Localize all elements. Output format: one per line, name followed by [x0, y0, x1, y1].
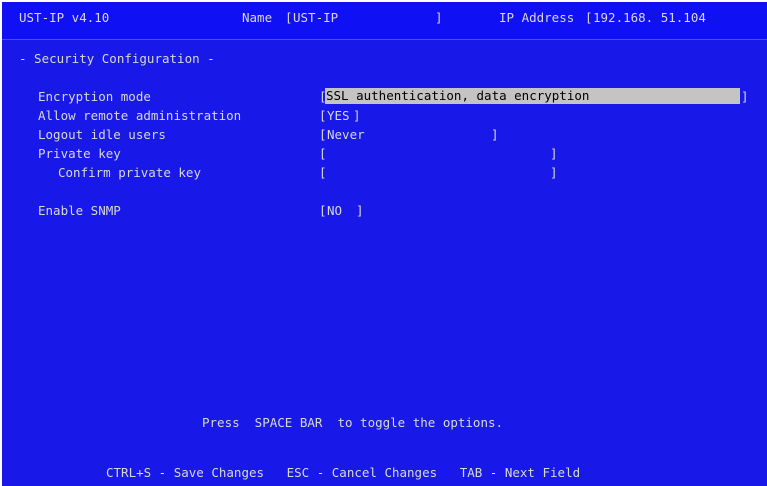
encryption-mode-value: SSL authentication, data encryption — [325, 88, 740, 104]
logout-idle-users-field[interactable]: [ Never ] — [319, 125, 509, 144]
name-field-value: UST-IP — [293, 10, 339, 25]
enable-snmp-value: NO — [327, 203, 343, 218]
logout-idle-close-bracket: ] — [491, 127, 499, 142]
ip-field-open-bracket: [ — [585, 10, 593, 25]
allow-remote-admin-field[interactable]: [ YES ] — [319, 106, 379, 125]
logout-idle-users-label: Logout idle users — [38, 127, 166, 142]
confirm-private-key-label: Confirm private key — [58, 165, 201, 180]
name-field-open-bracket: [ — [285, 10, 293, 25]
header-bar: UST-IP v4.10 Name [ UST-IP ] IP Address … — [2, 2, 767, 40]
ip-address-label: IP Address — [499, 10, 575, 25]
allow-remote-close-bracket: ] — [353, 108, 361, 123]
private-key-label: Private key — [38, 146, 121, 161]
enable-snmp-label: Enable SNMP — [38, 203, 121, 218]
confirm-key-open-bracket: [ — [319, 165, 327, 180]
logout-idle-open-bracket: [ — [319, 127, 327, 142]
private-key-field[interactable]: [ ] — [319, 144, 569, 163]
enable-snmp-close-bracket: ] — [356, 203, 364, 218]
allow-remote-open-bracket: [ — [319, 108, 327, 123]
terminal-screen: UST-IP v4.10 Name [ UST-IP ] IP Address … — [2, 2, 767, 486]
encryption-mode-field[interactable]: [ SSL authentication, data encryption ] — [319, 87, 759, 106]
name-field-close-bracket: ] — [435, 10, 443, 25]
footer-key-help: CTRL+S - Save Changes ESC - Cancel Chang… — [106, 465, 581, 480]
enable-snmp-field[interactable]: [ NO ] — [319, 201, 379, 220]
enable-snmp-open-bracket: [ — [319, 203, 327, 218]
confirm-private-key-field[interactable]: [ ] — [319, 163, 569, 182]
ip-address-value: 192.168. 51.104 — [593, 10, 706, 25]
logout-idle-users-value: Never — [327, 127, 365, 142]
allow-remote-admin-value: YES — [327, 108, 350, 123]
encryption-mode-label: Encryption mode — [38, 89, 151, 104]
encryption-close-bracket: ] — [741, 89, 749, 104]
private-key-close-bracket: ] — [550, 146, 558, 161]
name-label: Name — [242, 10, 273, 25]
section-title: - Security Configuration - — [19, 51, 215, 66]
toggle-hint: Press SPACE BAR to toggle the options. — [202, 415, 504, 430]
name-field[interactable]: [ UST-IP ] — [285, 8, 445, 27]
private-key-open-bracket: [ — [319, 146, 327, 161]
allow-remote-admin-label: Allow remote administration — [38, 108, 242, 123]
ip-address-field[interactable]: [ 192.168. 51.104 — [585, 8, 767, 27]
product-version: UST-IP v4.10 — [19, 10, 110, 25]
confirm-key-close-bracket: ] — [550, 165, 558, 180]
